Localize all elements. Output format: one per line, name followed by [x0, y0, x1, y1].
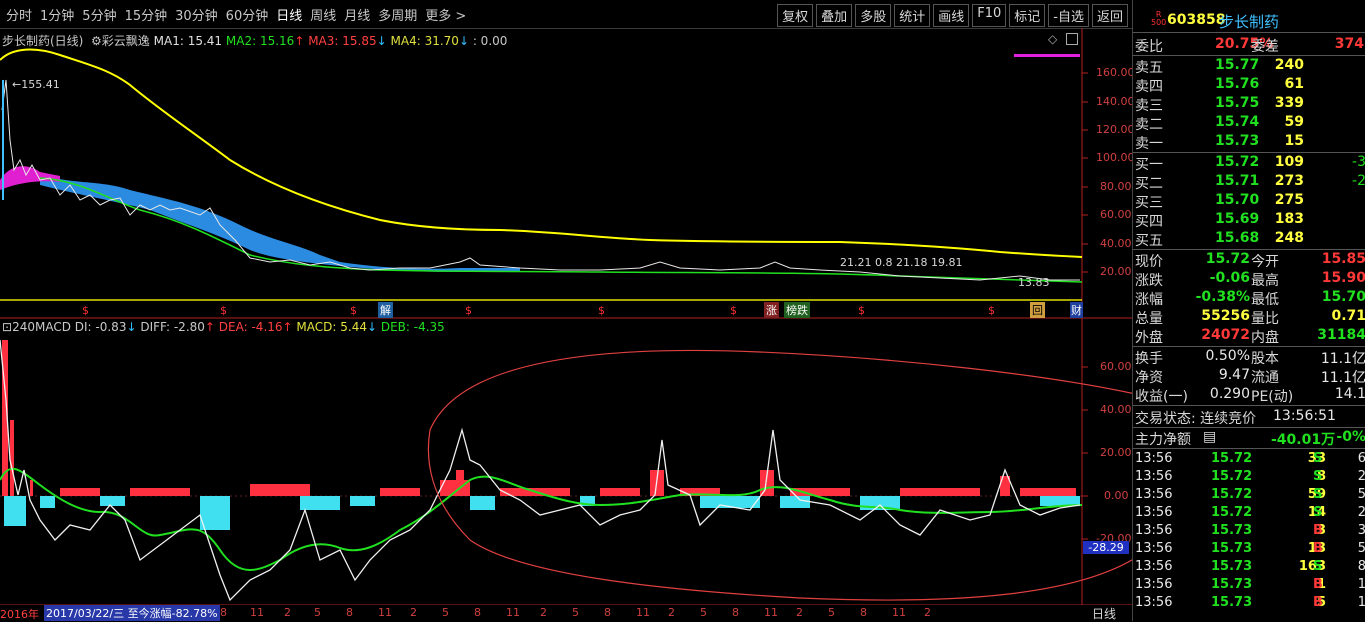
ytick-120: 120.00 — [1096, 123, 1135, 136]
quote-panel: R 500 603858 步长制药 委比 20.75% 委差 374 卖五 15.… — [1132, 0, 1365, 621]
bid-row-4[interactable]: 买四 15.69 183 — [1133, 211, 1365, 230]
stat-row-price: 现价 15.72 今开 15.85 — [1135, 251, 1365, 270]
date-range-label: 2017/03/22/三 至今涨幅-82.78% — [44, 605, 220, 621]
diff-white-line — [0, 339, 1081, 602]
time-axis: 2016年 2017/03/22/三 至今涨幅-82.78% 8 11 2 5 … — [0, 605, 1132, 621]
fin-row-eps: 收益(一) 0.290 PE(动) 14.1 — [1135, 386, 1365, 405]
bid-row-2[interactable]: 买二 15.71 273 -2 — [1133, 173, 1365, 192]
period-label: 日线 — [1092, 607, 1117, 621]
event-marker: $ — [730, 304, 737, 317]
macd-ytick-0: 0.00 — [1104, 489, 1129, 502]
stat-row-outer-inner: 外盘 24072 内盘 31184 — [1135, 327, 1365, 346]
ytick-160: 160.00 — [1096, 66, 1135, 79]
event-marker: $ — [465, 304, 472, 317]
drop-list-marker[interactable]: 榜跌 — [784, 302, 810, 318]
price-line — [1, 79, 1080, 281]
hand-drawn-ellipse — [427, 349, 1132, 601]
year-label: 2016年 — [0, 608, 39, 621]
event-marker: $ — [858, 304, 865, 317]
macd-info-bar: ⊡240MACD DI: -0.83↓ DIFF: -2.80↑ DEA: -4… — [2, 320, 445, 334]
macd-title: 240MACD — [12, 320, 71, 334]
tick-row: 13:56 15.72 33 S 6 — [1135, 451, 1365, 466]
stat-row-change: 涨跌 -0.06 最高 15.90 — [1135, 270, 1365, 289]
macd-ytick-20: 20.00 — [1100, 446, 1132, 459]
event-markers: $ $ $ $ $ $ $ $ — [82, 304, 995, 317]
fin-row-net-asset: 净资 9.47 流通 11.1亿 — [1135, 367, 1365, 386]
finance-marker[interactable]: 财 — [1070, 302, 1083, 318]
ytick-140: 140.00 — [1096, 95, 1135, 108]
macd-deb: DEB: -4.35 — [380, 320, 445, 334]
stock-name: 步长制药 — [1219, 13, 1280, 31]
return-marker[interactable]: 回 — [1030, 302, 1045, 318]
stat-row-pct: 涨幅 -0.38% 最低 15.70 — [1135, 289, 1365, 308]
macd-ytick-60: 60.00 — [1100, 360, 1132, 373]
ytick-80: 80.00 — [1100, 180, 1132, 193]
down-arrow-icon: ↓ — [366, 320, 378, 334]
stat-row-volume: 总量 55256 量比 0.71 — [1135, 308, 1365, 327]
bid-row-5[interactable]: 买五 15.68 248 — [1133, 230, 1365, 249]
high-price-label: ←155.41 — [12, 78, 60, 91]
low-price-label: 13.83 — [1018, 276, 1050, 289]
tick-row: 13:56 15.73 13 B 5 — [1135, 541, 1365, 556]
ytick-60: 60.00 — [1100, 208, 1132, 221]
main-flow-row[interactable]: 主力净额 ▤ -40.01万 -0% — [1133, 429, 1365, 448]
blue-cloud-area — [40, 175, 520, 272]
macd-ytick-40: 40.00 — [1100, 403, 1132, 416]
tick-row: 13:56 15.72 59 S 5 — [1135, 487, 1365, 502]
ma4-yellow-line — [0, 48, 1083, 258]
macd-current-value: -28.29 — [1083, 541, 1129, 554]
ytick-100: 100.00 — [1096, 151, 1135, 164]
mid-price-label: 21.21 0.8 21.18 19.81 — [840, 256, 963, 269]
macd-ytick-marks — [1082, 366, 1088, 540]
macd-lock-icon: ⊡ — [2, 320, 13, 334]
tick-row: 13:56 15.73 5 B 1 — [1135, 595, 1365, 610]
event-marker: $ — [598, 304, 605, 317]
fin-row-turnover: 换手 0.50% 股本 11.1亿 — [1135, 348, 1365, 367]
dea-green-line — [0, 467, 1083, 571]
trade-state-row: 交易状态: 连续竞价 13:56:51 — [1135, 408, 1336, 427]
macd-di: DI: -0.83 — [74, 320, 127, 334]
ask-row-1[interactable]: 卖一 15.73 15 — [1133, 133, 1365, 152]
macd-diff: DIFF: -2.80 — [140, 320, 205, 334]
event-marker: $ — [82, 304, 89, 317]
chart-canvas: $ $ $ $ $ $ $ $ — [0, 28, 1132, 606]
event-marker: $ — [988, 304, 995, 317]
ask-row-2[interactable]: 卖二 15.74 59 — [1133, 114, 1365, 133]
unlock-marker[interactable]: 解 — [378, 302, 393, 318]
bid-row-1[interactable]: 买一 15.72 109 -3 — [1133, 154, 1365, 173]
down-arrow-icon: ↓ — [126, 320, 137, 334]
index-badge: R 500 — [1151, 10, 1167, 27]
tick-row: 13:56 15.73 163 S 8 — [1135, 559, 1365, 574]
tick-row: 13:56 15.72 14 S 2 — [1135, 505, 1365, 520]
macd-value: MACD: 5.44 — [296, 320, 367, 334]
ask-row-5[interactable]: 卖五 15.77 240 — [1133, 57, 1365, 76]
ask-row-4[interactable]: 卖四 15.76 61 — [1133, 76, 1365, 95]
weibi-row: 委比 20.75% 委差 374 — [1135, 36, 1364, 55]
kline-ytick-marks — [1082, 72, 1088, 273]
stock-code: 603858 — [1167, 12, 1226, 28]
ytick-20: 20.00 — [1100, 265, 1132, 278]
tick-row: 13:56 15.73 3 B 3 — [1135, 523, 1365, 538]
event-marker: $ — [220, 304, 227, 317]
bid-row-3[interactable]: 买三 15.70 275 — [1133, 192, 1365, 211]
up-arrow-icon: ↑ — [204, 320, 215, 334]
tick-row: 13:56 15.73 1 B 1 — [1135, 577, 1365, 592]
up-arrow-icon: ↑ — [282, 320, 293, 334]
ask-row-3[interactable]: 卖三 15.75 339 — [1133, 95, 1365, 114]
ytick-40: 40.00 — [1100, 237, 1132, 250]
event-marker: $ — [350, 304, 357, 317]
macd-dea: DEA: -4.16 — [218, 320, 283, 334]
list-icon: ▤ — [1203, 429, 1217, 445]
rise-marker[interactable]: 涨 — [764, 302, 779, 318]
tick-row: 13:56 15.72 8 S 2 — [1135, 469, 1365, 484]
